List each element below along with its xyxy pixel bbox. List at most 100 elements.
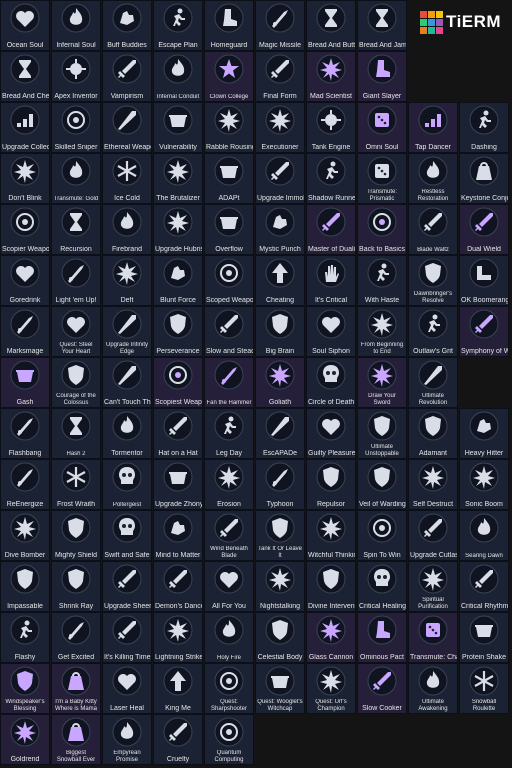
- augment-tile[interactable]: Upgrade Sheen: [102, 561, 152, 612]
- augment-tile[interactable]: The Brutalizer: [153, 153, 203, 204]
- augment-tile[interactable]: Flashbang: [0, 408, 50, 459]
- augment-tile[interactable]: Escape Plan: [153, 0, 203, 51]
- augment-tile[interactable]: Quest: Wooglet's Witchcap: [255, 663, 305, 714]
- augment-tile[interactable]: Hash 2: [51, 408, 101, 459]
- augment-tile[interactable]: Tank It Or Leave It: [255, 510, 305, 561]
- augment-tile[interactable]: Swift and Safe: [102, 510, 152, 561]
- augment-tile[interactable]: Marksmage: [0, 306, 50, 357]
- augment-tile[interactable]: King Me: [153, 663, 203, 714]
- augment-tile[interactable]: Windspeaker's Blessing: [0, 663, 50, 714]
- augment-tile[interactable]: Nightstalking: [255, 561, 305, 612]
- augment-tile[interactable]: Ethereal Weapon: [102, 102, 152, 153]
- augment-tile[interactable]: Soul Siphon: [306, 306, 356, 357]
- augment-tile[interactable]: Spiritual Purification: [408, 561, 458, 612]
- augment-tile[interactable]: Biggest Snowball Ever: [51, 714, 101, 765]
- augment-tile[interactable]: Adamant: [408, 408, 458, 459]
- augment-tile[interactable]: Erosion: [204, 459, 254, 510]
- augment-tile[interactable]: Repulsor: [306, 459, 356, 510]
- augment-tile[interactable]: Ocean Soul: [0, 0, 50, 51]
- augment-tile[interactable]: Hat on a Hat: [153, 408, 203, 459]
- augment-tile[interactable]: Holy Fire: [204, 612, 254, 663]
- augment-tile[interactable]: Deft: [102, 255, 152, 306]
- augment-tile[interactable]: Sonic Boom: [459, 459, 509, 510]
- augment-tile[interactable]: Fan the Hammer: [204, 357, 254, 408]
- augment-tile[interactable]: Big Brain: [255, 306, 305, 357]
- augment-tile[interactable]: Tormentor: [102, 408, 152, 459]
- augment-tile[interactable]: With Haste: [357, 255, 407, 306]
- augment-tile[interactable]: Scopier Weapons: [0, 204, 50, 255]
- augment-tile[interactable]: Transmute: Chaos: [408, 612, 458, 663]
- augment-tile[interactable]: Blunt Force: [153, 255, 203, 306]
- augment-tile[interactable]: Scoped Weapons: [204, 255, 254, 306]
- augment-tile[interactable]: Infernal Conduit: [153, 51, 203, 102]
- augment-tile[interactable]: Veil of Warding: [357, 459, 407, 510]
- augment-tile[interactable]: Courage of the Colossus: [51, 357, 101, 408]
- augment-tile[interactable]: Blade Waltz: [408, 204, 458, 255]
- augment-tile[interactable]: Vampirism: [102, 51, 152, 102]
- augment-tile[interactable]: Critical Healing: [357, 561, 407, 612]
- augment-tile[interactable]: Demon's Dance: [153, 561, 203, 612]
- augment-tile[interactable]: OK Boomerang: [459, 255, 509, 306]
- augment-tile[interactable]: Recursion: [51, 204, 101, 255]
- augment-tile[interactable]: Empyrean Promise: [102, 714, 152, 765]
- augment-tile[interactable]: Clown College: [204, 51, 254, 102]
- augment-tile[interactable]: Can't Touch This: [102, 357, 152, 408]
- augment-tile[interactable]: Magic Missile: [255, 0, 305, 51]
- augment-tile[interactable]: Ice Cold: [102, 153, 152, 204]
- augment-tile[interactable]: Mystic Punch: [255, 204, 305, 255]
- augment-tile[interactable]: Mad Scientist: [306, 51, 356, 102]
- augment-tile[interactable]: Outlaw's Grit: [408, 306, 458, 357]
- augment-tile[interactable]: Mind to Matter: [153, 510, 203, 561]
- augment-tile[interactable]: Quantum Computing: [204, 714, 254, 765]
- augment-tile[interactable]: Witchful Thinking: [306, 510, 356, 561]
- augment-tile[interactable]: Glass Cannon: [306, 612, 356, 663]
- augment-tile[interactable]: Bread And Butter: [306, 0, 356, 51]
- augment-tile[interactable]: Celestial Body: [255, 612, 305, 663]
- augment-tile[interactable]: Upgrade Zhonya's: [153, 459, 203, 510]
- augment-tile[interactable]: I'm a Baby Kitty Where is Mama: [51, 663, 101, 714]
- augment-tile[interactable]: Ominous Pact: [357, 612, 407, 663]
- augment-tile[interactable]: ADAPt: [204, 153, 254, 204]
- augment-tile[interactable]: Dashing: [459, 102, 509, 153]
- augment-tile[interactable]: Omni Soul: [357, 102, 407, 153]
- augment-tile[interactable]: Frost Wraith: [51, 459, 101, 510]
- augment-tile[interactable]: Draw Your Sword: [357, 357, 407, 408]
- augment-tile[interactable]: Cruelty: [153, 714, 203, 765]
- augment-tile[interactable]: Goldrend: [0, 714, 50, 765]
- augment-tile[interactable]: ReEnergize: [0, 459, 50, 510]
- augment-tile[interactable]: Bread And Cheese: [0, 51, 50, 102]
- augment-tile[interactable]: From Beginning to End: [357, 306, 407, 357]
- augment-tile[interactable]: Master of Duality: [306, 204, 356, 255]
- augment-tile[interactable]: Impassable: [0, 561, 50, 612]
- augment-tile[interactable]: Quest: Steel Your Heart: [51, 306, 101, 357]
- augment-tile[interactable]: Searing Dawn: [459, 510, 509, 561]
- augment-tile[interactable]: Gash: [0, 357, 50, 408]
- augment-tile[interactable]: Dawnbringer's Resolve: [408, 255, 458, 306]
- augment-tile[interactable]: Scopiest Weapons: [153, 357, 203, 408]
- augment-tile[interactable]: Back to Basics: [357, 204, 407, 255]
- augment-tile[interactable]: Quest: Urf's Champion: [306, 663, 356, 714]
- augment-tile[interactable]: Tap Dancer: [408, 102, 458, 153]
- augment-tile[interactable]: Rabble Rousing: [204, 102, 254, 153]
- augment-tile[interactable]: Shadow Runner: [306, 153, 356, 204]
- augment-tile[interactable]: Quest: Sharpshooter: [204, 663, 254, 714]
- augment-tile[interactable]: Bread And Jam: [357, 0, 407, 51]
- augment-tile[interactable]: Divine Intervention: [306, 561, 356, 612]
- augment-tile[interactable]: Lightning Strikes: [153, 612, 203, 663]
- augment-tile[interactable]: Upgrade Cutlass: [408, 510, 458, 561]
- augment-tile[interactable]: Typhoon: [255, 459, 305, 510]
- augment-tile[interactable]: Ultimate Awakening: [408, 663, 458, 714]
- augment-tile[interactable]: Protein Shake: [459, 612, 509, 663]
- augment-tile[interactable]: All For You: [204, 561, 254, 612]
- augment-tile[interactable]: Giant Slayer: [357, 51, 407, 102]
- augment-tile[interactable]: Cheating: [255, 255, 305, 306]
- augment-tile[interactable]: Perseverance: [153, 306, 203, 357]
- augment-tile[interactable]: Poltergeist: [102, 459, 152, 510]
- augment-tile[interactable]: Keystone Conjurer: [459, 153, 509, 204]
- augment-tile[interactable]: Slow and Steady: [204, 306, 254, 357]
- augment-tile[interactable]: Dive Bomber: [0, 510, 50, 561]
- augment-tile[interactable]: Circle of Death: [306, 357, 356, 408]
- augment-tile[interactable]: Upgrade Hubris: [153, 204, 203, 255]
- augment-tile[interactable]: Final Form: [255, 51, 305, 102]
- augment-tile[interactable]: Get Excited: [51, 612, 101, 663]
